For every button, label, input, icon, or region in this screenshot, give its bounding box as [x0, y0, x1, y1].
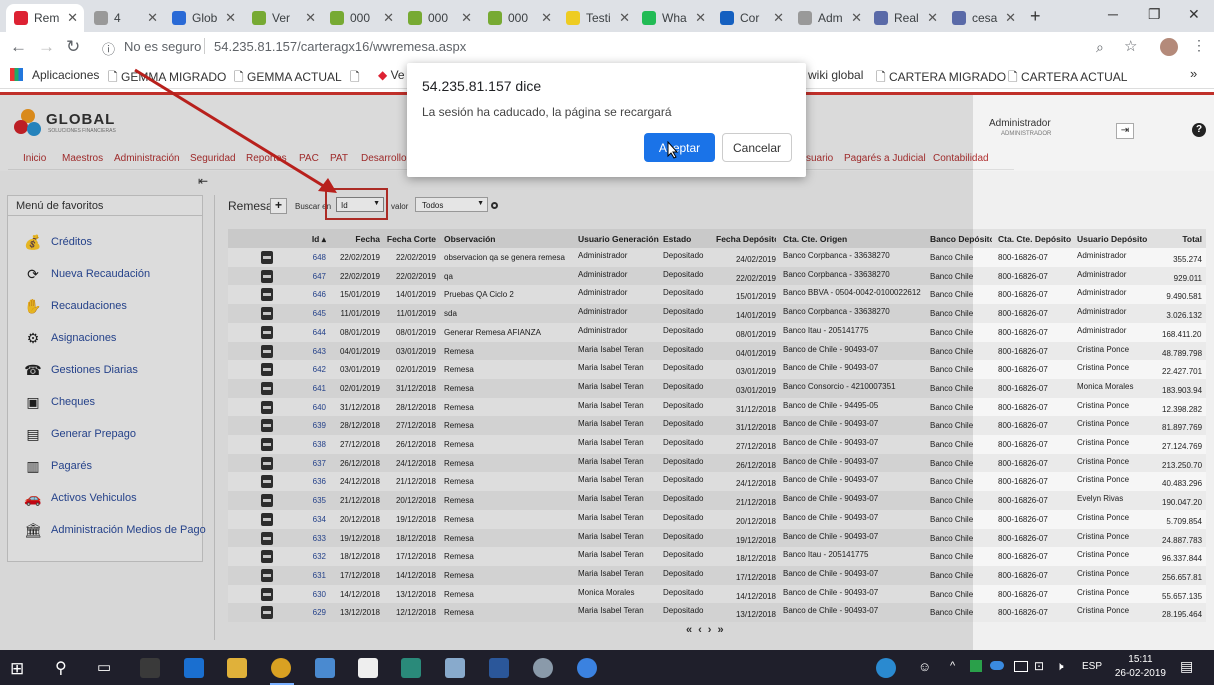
- network-icon[interactable]: ⊡: [1034, 659, 1044, 673]
- task-view-icon[interactable]: ▭: [97, 658, 111, 676]
- arduino-icon[interactable]: [401, 658, 421, 678]
- tray-icon[interactable]: [970, 660, 982, 672]
- alert-dialog: 54.235.81.157 dice La sesión ha caducado…: [407, 63, 806, 177]
- volume-muted-icon[interactable]: 🕨: [1056, 659, 1064, 674]
- clock-date: 26-02-2019: [1114, 668, 1166, 679]
- app-icon[interactable]: [577, 658, 597, 678]
- battery-icon[interactable]: [1014, 661, 1028, 672]
- chrome-icon[interactable]: [271, 658, 291, 678]
- onedrive-icon[interactable]: [990, 661, 1004, 670]
- app-icon[interactable]: [533, 658, 553, 678]
- people-icon[interactable]: ☺: [918, 659, 931, 674]
- clock[interactable]: 15:11 26-02-2019: [1115, 653, 1166, 681]
- mouse-cursor-icon: [667, 141, 679, 159]
- search-icon[interactable]: ⚲: [55, 658, 67, 678]
- cancel-button[interactable]: Cancelar: [722, 133, 792, 162]
- mail-icon[interactable]: [358, 658, 378, 678]
- tray-app-icon[interactable]: [876, 658, 896, 678]
- accept-button[interactable]: Aceptar: [644, 133, 715, 162]
- edge-icon[interactable]: [184, 658, 204, 678]
- dropbox-icon[interactable]: [140, 658, 160, 678]
- file-explorer-icon[interactable]: [227, 658, 247, 678]
- dialog-message: La sesión ha caducado, la página se reca…: [422, 105, 672, 119]
- windows-start-icon[interactable]: ⊞: [10, 659, 24, 679]
- app-icon[interactable]: [445, 658, 465, 678]
- clock-time: 15:11: [1128, 654, 1153, 665]
- store-icon[interactable]: [315, 658, 335, 678]
- chevron-up-icon[interactable]: ^: [950, 660, 955, 672]
- dialog-title: 54.235.81.157 dice: [422, 78, 542, 94]
- word-icon[interactable]: [489, 658, 509, 678]
- notifications-icon[interactable]: ▤: [1180, 658, 1193, 675]
- language-indicator[interactable]: ESP: [1082, 661, 1102, 672]
- windows-taskbar: ⊞ ⚲ ▭ ☺ ^ ⊡ 🕨 ESP 15:11 26-02-2019 ▤: [0, 650, 1214, 685]
